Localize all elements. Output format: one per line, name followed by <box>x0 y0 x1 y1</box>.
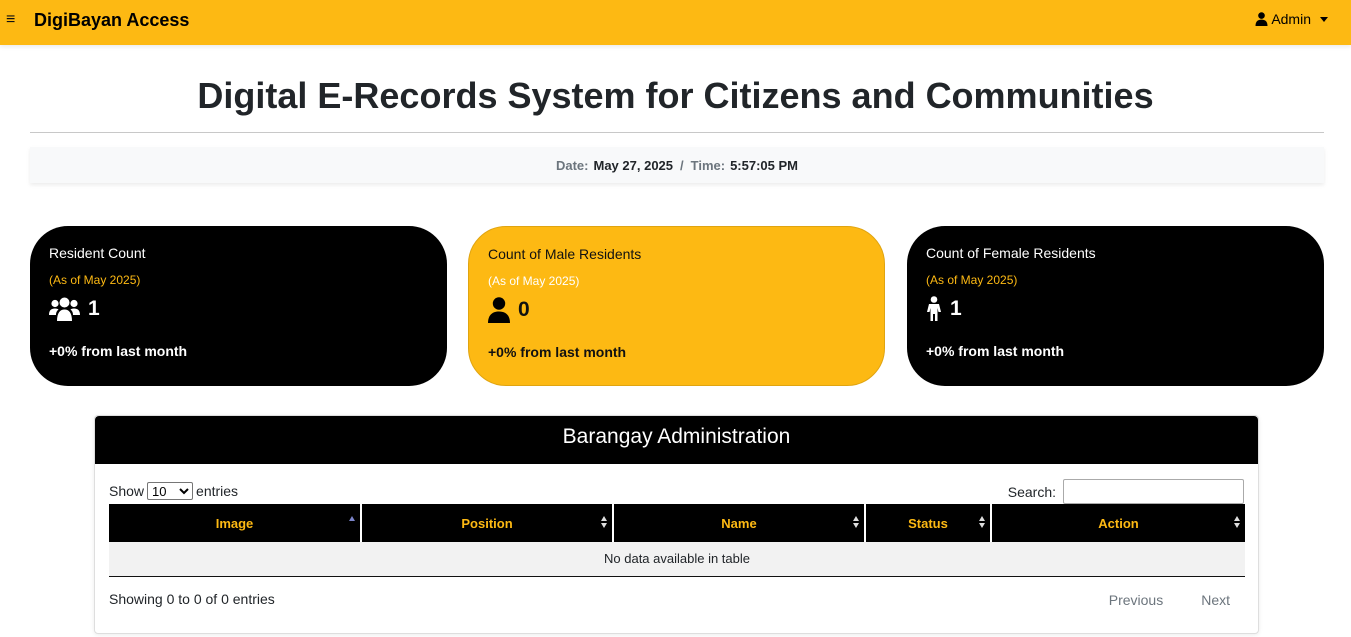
users-icon <box>49 297 80 321</box>
column-header-status[interactable]: Status <box>865 504 992 542</box>
hamburger-icon[interactable]: ≡ <box>6 12 15 28</box>
table-search: Search: <box>1008 479 1244 504</box>
card-title: Resident Count <box>49 245 146 261</box>
female-icon <box>927 296 941 321</box>
user-icon <box>1255 12 1268 26</box>
card-footer: +0% from last month <box>926 343 1065 359</box>
resident-count-card: Resident Count (As of May 2025) 1 +0% fr… <box>30 226 447 386</box>
search-input[interactable] <box>1063 479 1244 504</box>
column-label: Position <box>461 515 513 531</box>
card-footer: +0% from last month <box>488 344 627 360</box>
user-dropdown[interactable]: Admin <box>1255 10 1328 28</box>
column-header-action[interactable]: Action <box>991 504 1245 542</box>
empty-table-message: No data available in table <box>109 542 1245 577</box>
datetime-separator: / <box>680 157 684 173</box>
top-navbar: ≡ DigiBayan Access Admin <box>0 0 1351 45</box>
sort-icon <box>1234 516 1240 528</box>
entries-label: entries <box>196 483 239 499</box>
admin-table: Image Position Name Status Action No dat… <box>109 504 1245 577</box>
card-subtitle: (As of May 2025) <box>488 274 580 288</box>
column-header-position[interactable]: Position <box>361 504 614 542</box>
card-value: 1 <box>88 297 100 320</box>
show-label: Show <box>109 483 145 499</box>
card-value: 0 <box>518 298 530 321</box>
card-subtitle: (As of May 2025) <box>926 273 1018 287</box>
table-info: Showing 0 to 0 of 0 entries <box>109 591 275 607</box>
card-value: 1 <box>950 297 962 320</box>
previous-page-button[interactable]: Previous <box>1109 592 1163 608</box>
column-label: Name <box>721 515 757 531</box>
card-title: Count of Male Residents <box>488 246 642 262</box>
male-count-card: Count of Male Residents (As of May 2025)… <box>468 226 885 386</box>
sort-icon <box>601 516 607 528</box>
sort-icon <box>349 516 355 528</box>
card-subtitle: (As of May 2025) <box>49 273 141 287</box>
search-label: Search: <box>1007 483 1056 500</box>
user-label: Admin <box>1271 11 1311 27</box>
page-title: Digital E-Records System for Citizens an… <box>197 75 1154 116</box>
column-header-name[interactable]: Name <box>613 504 866 542</box>
male-icon <box>488 297 510 323</box>
column-label: Status <box>908 515 948 531</box>
card-footer: +0% from last month <box>49 343 188 359</box>
time-value: 5:57:05 PM <box>730 157 798 173</box>
card-title: Count of Female Residents <box>926 245 1096 261</box>
barangay-administration-panel: Barangay Administration Show 10 entries … <box>94 415 1259 634</box>
panel-heading: Barangay Administration <box>95 416 1258 464</box>
brand-title[interactable]: DigiBayan Access <box>34 9 189 31</box>
datetime-bar: Date: May 27, 2025 / Time: 5:57:05 PM <box>30 147 1324 183</box>
pagination: Previous Next <box>1109 592 1230 608</box>
sort-icon <box>979 516 985 528</box>
title-divider <box>30 132 1324 133</box>
chevron-down-icon <box>1320 16 1328 22</box>
column-label: Image <box>215 515 254 531</box>
time-label: Time: <box>690 157 726 173</box>
next-page-button[interactable]: Next <box>1201 592 1230 608</box>
column-header-image[interactable]: Image <box>109 504 362 542</box>
column-label: Action <box>1098 515 1139 531</box>
date-value: May 27, 2025 <box>593 157 674 173</box>
date-label: Date: <box>555 157 589 173</box>
table-row: No data available in table <box>109 542 1245 577</box>
female-count-card: Count of Female Residents (As of May 202… <box>907 226 1324 386</box>
page-length-control: Show 10 entries <box>109 482 238 500</box>
page-length-select[interactable]: 10 <box>147 482 194 500</box>
sort-icon <box>853 516 859 528</box>
